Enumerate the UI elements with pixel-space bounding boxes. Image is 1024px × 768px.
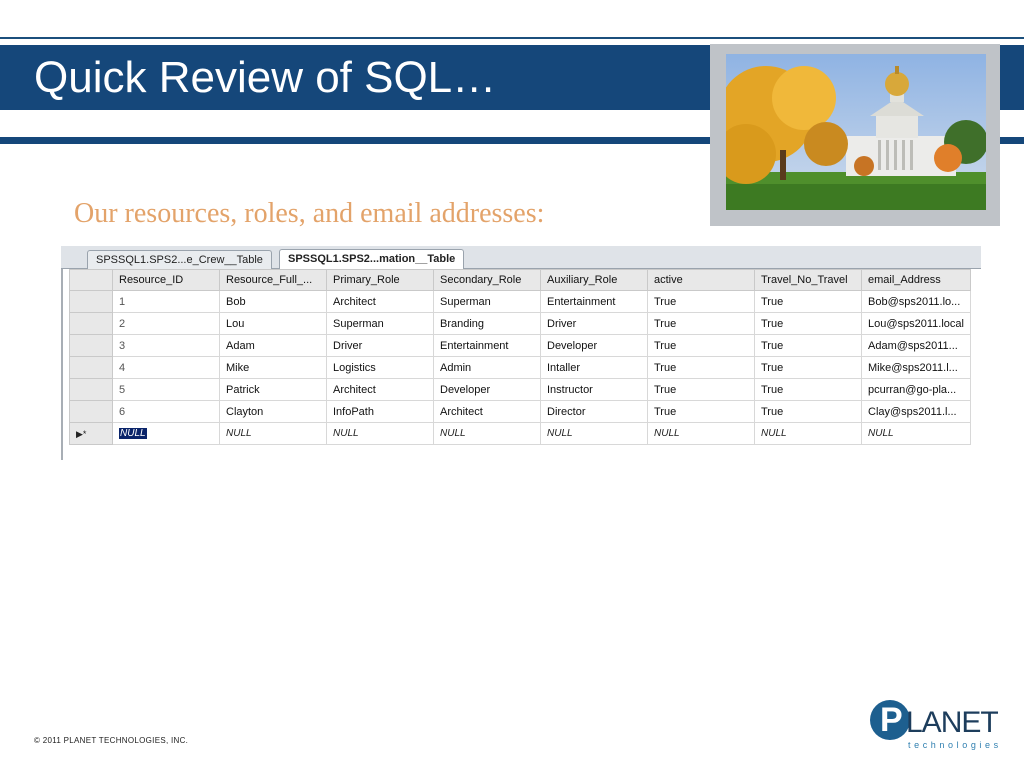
- row-selector[interactable]: [69, 312, 113, 335]
- null-cell-selected-text: NULL: [119, 428, 147, 439]
- table-cell[interactable]: 2: [112, 312, 220, 335]
- table-cell[interactable]: Adam: [219, 334, 327, 357]
- table-cell[interactable]: Architect: [326, 378, 434, 401]
- window-left-edge: [61, 248, 63, 460]
- table-cell[interactable]: Patrick: [219, 378, 327, 401]
- table-cell[interactable]: Admin: [433, 356, 541, 379]
- column-header[interactable]: Resource_ID: [112, 269, 220, 291]
- row-selector[interactable]: [69, 290, 113, 313]
- tab-crew-table[interactable]: SPSSQL1.SPS2...e_Crew__Table: [87, 250, 272, 269]
- table-cell[interactable]: True: [647, 290, 755, 313]
- title-rule-top: [0, 37, 1024, 39]
- table-cell[interactable]: 1: [112, 290, 220, 313]
- row-selector[interactable]: [69, 356, 113, 379]
- planet-technologies-logo: P LANET technologies: [868, 698, 1008, 754]
- logo-letter: P: [880, 701, 903, 739]
- null-cell[interactable]: NULL: [754, 422, 862, 445]
- column-header[interactable]: active: [647, 269, 755, 291]
- column-header[interactable]: Resource_Full_...: [219, 269, 327, 291]
- table-cell[interactable]: True: [754, 400, 862, 423]
- table-cell[interactable]: Logistics: [326, 356, 434, 379]
- table-row[interactable]: 6 Clayton InfoPath Architect Director Tr…: [69, 400, 971, 423]
- table-cell[interactable]: Architect: [433, 400, 541, 423]
- table-row[interactable]: 1 Bob Architect Superman Entertainment T…: [69, 290, 971, 313]
- header-row: Resource_ID Resource_Full_... Primary_Ro…: [69, 269, 971, 291]
- null-cell[interactable]: NULL: [433, 422, 541, 445]
- results-grid: Resource_ID Resource_Full_... Primary_Ro…: [69, 269, 971, 445]
- tab-information-table[interactable]: SPSSQL1.SPS2...mation__Table: [279, 249, 465, 270]
- capitol-photo-frame: [710, 44, 1000, 226]
- new-row[interactable]: ▶* NULL NULL NULL NULL NULL NULL NULL NU…: [69, 422, 971, 445]
- column-header[interactable]: Auxiliary_Role: [540, 269, 648, 291]
- table-cell[interactable]: True: [647, 312, 755, 335]
- table-cell[interactable]: 4: [112, 356, 220, 379]
- document-tabstrip: SPSSQL1.SPS2...e_Crew__Table SPSSQL1.SPS…: [61, 246, 981, 270]
- table-cell[interactable]: Bob: [219, 290, 327, 313]
- table-cell[interactable]: True: [754, 378, 862, 401]
- table-cell[interactable]: Lou: [219, 312, 327, 335]
- row-selector[interactable]: [69, 334, 113, 357]
- table-cell[interactable]: Adam@sps2011...: [861, 334, 971, 357]
- table-cell[interactable]: 6: [112, 400, 220, 423]
- logo-tagline: technologies: [908, 740, 1002, 750]
- table-row[interactable]: 3 Adam Driver Entertainment Developer Tr…: [69, 334, 971, 357]
- table-cell[interactable]: Superman: [433, 290, 541, 313]
- table-cell[interactable]: True: [647, 356, 755, 379]
- table-cell[interactable]: Driver: [540, 312, 648, 335]
- table-cell[interactable]: Intaller: [540, 356, 648, 379]
- slide-title: Quick Review of SQL…: [34, 53, 497, 102]
- table-cell[interactable]: True: [647, 378, 755, 401]
- row-selector[interactable]: [69, 400, 113, 423]
- table-cell[interactable]: True: [647, 400, 755, 423]
- column-header[interactable]: Secondary_Role: [433, 269, 541, 291]
- query-results-window: SPSSQL1.SPS2...e_Crew__Table SPSSQL1.SPS…: [61, 240, 981, 460]
- table-cell[interactable]: Developer: [540, 334, 648, 357]
- capitol-photo: [726, 54, 986, 210]
- null-cell[interactable]: NULL: [647, 422, 755, 445]
- column-header[interactable]: Primary_Role: [326, 269, 434, 291]
- slide-subtitle: Our resources, roles, and email addresse…: [74, 198, 545, 229]
- column-header[interactable]: email_Address: [861, 269, 971, 291]
- new-row-selector[interactable]: ▶*: [69, 422, 113, 445]
- table-cell[interactable]: Mike@sps2011.l...: [861, 356, 971, 379]
- table-cell[interactable]: Superman: [326, 312, 434, 335]
- table-cell[interactable]: True: [647, 334, 755, 357]
- new-row-marker-icon: ▶*: [76, 428, 87, 439]
- null-cell[interactable]: NULL: [219, 422, 327, 445]
- table-cell[interactable]: Clayton: [219, 400, 327, 423]
- table-cell[interactable]: Lou@sps2011.local: [861, 312, 971, 335]
- table-cell[interactable]: Entertainment: [433, 334, 541, 357]
- table-cell[interactable]: Mike: [219, 356, 327, 379]
- table-row[interactable]: 4 Mike Logistics Admin Intaller True Tru…: [69, 356, 971, 379]
- column-header[interactable]: Travel_No_Travel: [754, 269, 862, 291]
- table-cell[interactable]: Branding: [433, 312, 541, 335]
- table-cell[interactable]: Driver: [326, 334, 434, 357]
- table-cell[interactable]: True: [754, 334, 862, 357]
- table-cell[interactable]: Instructor: [540, 378, 648, 401]
- table-cell[interactable]: Architect: [326, 290, 434, 313]
- null-cell[interactable]: NULL: [540, 422, 648, 445]
- table-cell[interactable]: Director: [540, 400, 648, 423]
- table-cell[interactable]: Entertainment: [540, 290, 648, 313]
- table-cell[interactable]: InfoPath: [326, 400, 434, 423]
- null-cell[interactable]: NULL: [326, 422, 434, 445]
- null-cell[interactable]: NULL: [112, 422, 220, 445]
- table-cell[interactable]: True: [754, 290, 862, 313]
- table-cell[interactable]: True: [754, 312, 862, 335]
- copyright-notice: © 2011 PLANET TECHNOLOGIES, INC.: [34, 736, 189, 745]
- logo-wordmark: LANET: [906, 706, 999, 739]
- table-cell[interactable]: True: [754, 356, 862, 379]
- table-cell[interactable]: Developer: [433, 378, 541, 401]
- table-cell[interactable]: Bob@sps2011.lo...: [861, 290, 971, 313]
- table-cell[interactable]: 3: [112, 334, 220, 357]
- table-cell[interactable]: 5: [112, 378, 220, 401]
- row-selector[interactable]: [69, 378, 113, 401]
- null-cell[interactable]: NULL: [861, 422, 971, 445]
- corner-header[interactable]: [69, 269, 113, 291]
- table-row[interactable]: 2 Lou Superman Branding Driver True True…: [69, 312, 971, 335]
- table-cell[interactable]: pcurran@go-pla...: [861, 378, 971, 401]
- table-cell[interactable]: Clay@sps2011.l...: [861, 400, 971, 423]
- table-row[interactable]: 5 Patrick Architect Developer Instructor…: [69, 378, 971, 401]
